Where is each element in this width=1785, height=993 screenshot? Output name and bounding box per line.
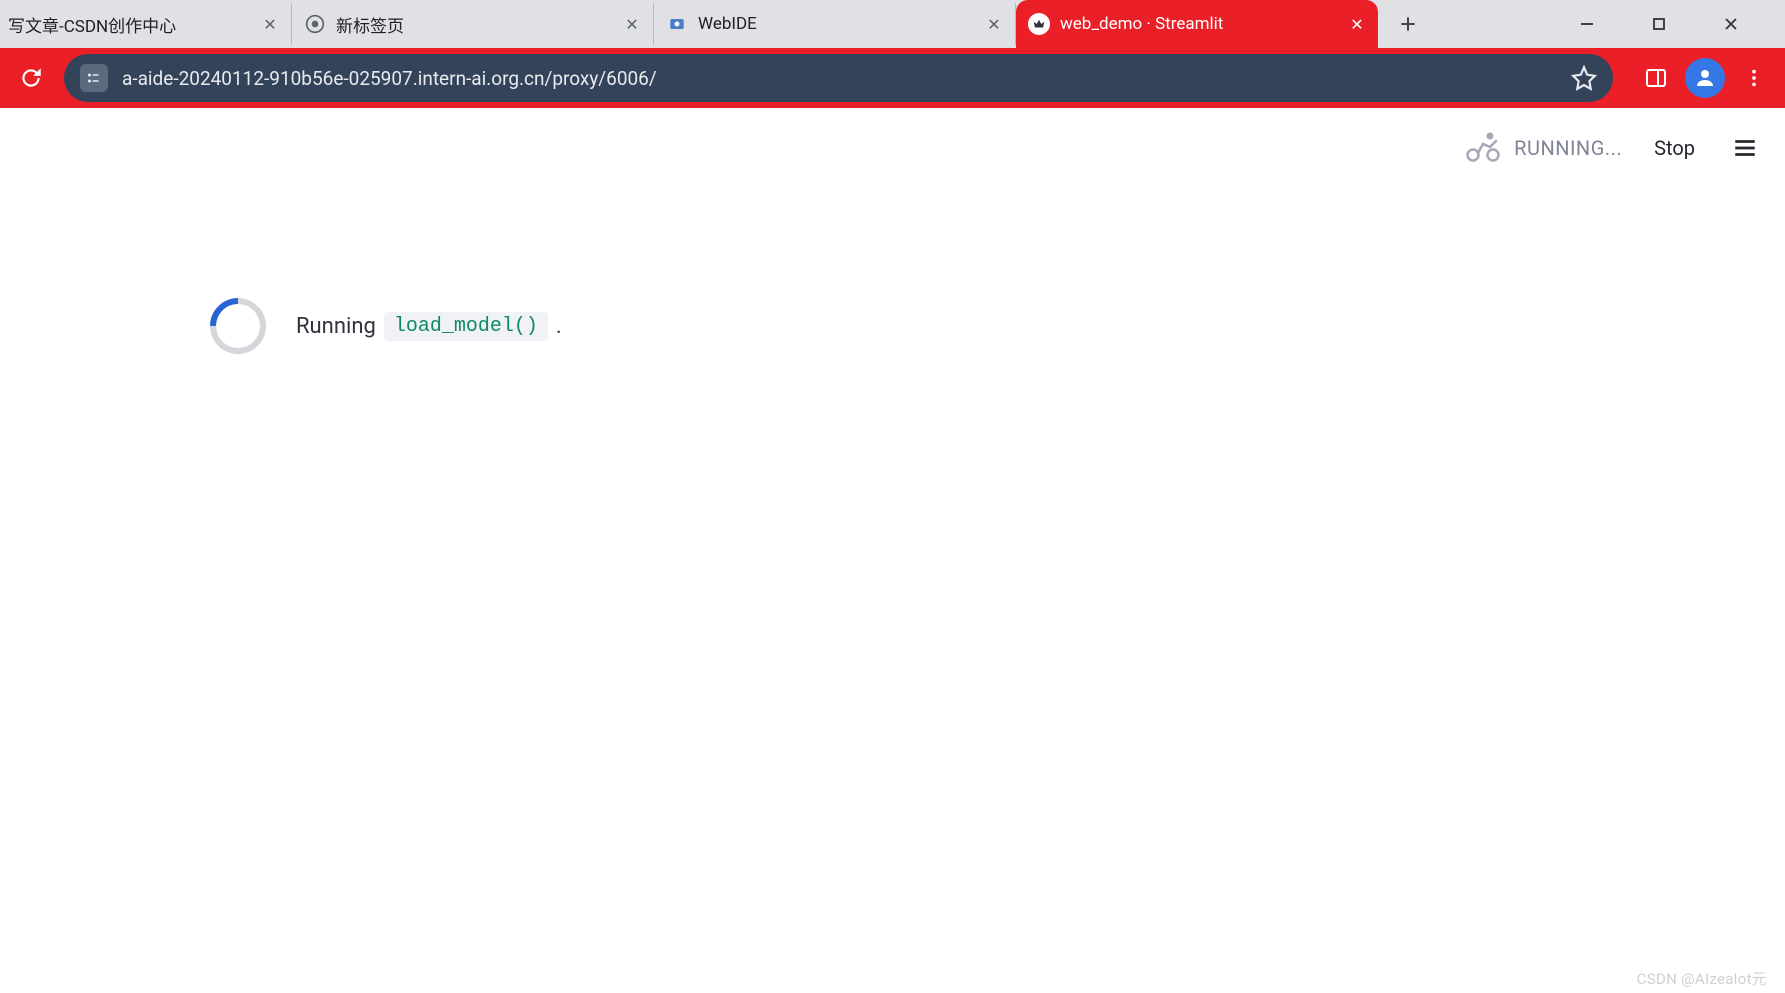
close-icon[interactable]: ✕ xyxy=(1348,15,1366,33)
maximize-button[interactable] xyxy=(1637,4,1681,44)
tab-title: WebIDE xyxy=(698,14,975,34)
side-panel-icon[interactable] xyxy=(1637,59,1675,97)
running-label: RUNNING... xyxy=(1514,136,1622,160)
running-man-icon xyxy=(1462,130,1504,166)
tab-title: 新标签页 xyxy=(336,12,613,37)
toolbar-right xyxy=(1627,58,1773,98)
status-message: Running load_model() . xyxy=(210,298,562,354)
tab-strip: 写文章-CSDN创作中心 ✕ 新标签页 ✕ WebIDE ✕ web_demo … xyxy=(0,0,1785,48)
address-bar[interactable]: a-aide-20240112-910b56e-025907.intern-ai… xyxy=(64,54,1613,102)
url-text: a-aide-20240112-910b56e-025907.intern-ai… xyxy=(122,67,1557,90)
watermark: CSDN @AIzealot元 xyxy=(1637,968,1767,989)
status-suffix: . xyxy=(556,314,562,339)
close-icon[interactable]: ✕ xyxy=(985,15,1003,33)
tab-csdn[interactable]: 写文章-CSDN创作中心 ✕ xyxy=(0,3,292,45)
close-icon[interactable]: ✕ xyxy=(623,15,641,33)
status-code: load_model() xyxy=(384,312,548,341)
page-content: RUNNING... Stop Running load_model() . C… xyxy=(0,108,1785,993)
window-controls xyxy=(1565,4,1773,44)
streamlit-toolbar: RUNNING... Stop xyxy=(1462,130,1763,166)
tab-webide[interactable]: WebIDE ✕ xyxy=(654,3,1016,45)
spinner-icon xyxy=(198,286,277,365)
new-tab-button[interactable] xyxy=(1390,6,1426,42)
tab-title: 写文章-CSDN创作中心 xyxy=(8,12,251,37)
webide-icon xyxy=(666,13,688,35)
profile-button[interactable] xyxy=(1685,58,1725,98)
reload-button[interactable] xyxy=(12,59,50,97)
streamlit-icon xyxy=(1028,13,1050,35)
kebab-menu-icon[interactable] xyxy=(1735,59,1773,97)
bookmark-star-icon[interactable] xyxy=(1571,65,1597,91)
chrome-icon xyxy=(304,13,326,35)
tab-title: web_demo · Streamlit xyxy=(1060,14,1338,34)
running-indicator: RUNNING... xyxy=(1462,130,1622,166)
close-window-button[interactable] xyxy=(1709,4,1753,44)
tab-streamlit-active[interactable]: web_demo · Streamlit ✕ xyxy=(1016,0,1378,48)
tab-newtab[interactable]: 新标签页 ✕ xyxy=(292,3,654,45)
status-line: Running load_model() . xyxy=(296,312,562,341)
hamburger-menu-icon[interactable] xyxy=(1727,130,1763,166)
site-info-icon[interactable] xyxy=(80,64,108,92)
status-prefix: Running xyxy=(296,314,376,339)
minimize-button[interactable] xyxy=(1565,4,1609,44)
close-icon[interactable]: ✕ xyxy=(261,15,279,33)
browser-toolbar: a-aide-20240112-910b56e-025907.intern-ai… xyxy=(0,48,1785,108)
stop-button[interactable]: Stop xyxy=(1642,130,1707,166)
